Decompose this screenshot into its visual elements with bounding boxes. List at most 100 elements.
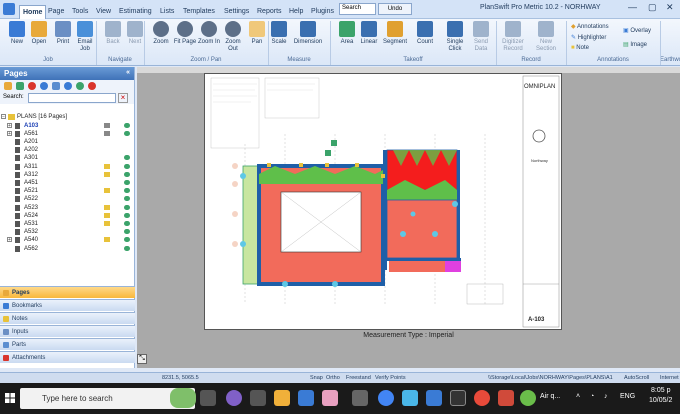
move-icon[interactable]: [124, 163, 130, 169]
app-menu-icon[interactable]: [3, 3, 15, 15]
expand-icon[interactable]: +: [7, 130, 12, 136]
page-item-a201[interactable]: A201: [0, 138, 135, 146]
app-icon[interactable]: [250, 390, 266, 406]
page-item-a524[interactable]: A524: [0, 212, 135, 220]
image-button[interactable]: ▤ Image: [623, 41, 647, 48]
refresh-icon[interactable]: [52, 82, 60, 90]
single-click-button[interactable]: Single Click: [442, 21, 468, 53]
accordion-inputs[interactable]: Inputs: [0, 325, 135, 337]
tab-tools[interactable]: Tools: [72, 5, 88, 19]
ortho-toggle[interactable]: Ortho: [326, 375, 340, 381]
planswift-icon[interactable]: [352, 390, 368, 406]
maximize-button[interactable]: ▢: [648, 2, 657, 13]
tab-reports[interactable]: Reports: [257, 5, 282, 19]
windows-start-icon[interactable]: [5, 393, 15, 403]
move-icon[interactable]: [124, 212, 130, 218]
page-item-a202[interactable]: A202: [0, 146, 135, 154]
move-icon[interactable]: [124, 188, 130, 194]
undo-button[interactable]: Undo: [378, 3, 412, 15]
page-item-a103[interactable]: + A103: [0, 122, 135, 130]
highlighter-button[interactable]: ✎ Highlighter: [571, 34, 606, 41]
floor-plan[interactable]: OMNIPLAN Northway A-103: [205, 74, 561, 329]
expand-icon[interactable]: +: [7, 237, 12, 243]
email-job-button[interactable]: Email Job: [72, 21, 98, 53]
dimension-button[interactable]: Dimension: [291, 21, 325, 46]
app-icon-4[interactable]: [426, 390, 442, 406]
count-button[interactable]: Count: [412, 21, 438, 46]
tab-home[interactable]: Home: [19, 5, 47, 19]
accordion-attachments[interactable]: Attachments: [0, 351, 135, 363]
move-icon[interactable]: [124, 179, 130, 185]
page-item-a531[interactable]: A531: [0, 220, 135, 228]
autoscroll-toggle[interactable]: AutoScroll: [624, 375, 649, 381]
close-button[interactable]: ✕: [666, 2, 674, 13]
tab-templates[interactable]: Templates: [183, 5, 215, 19]
chrome-icon[interactable]: [378, 390, 394, 406]
move-icon[interactable]: [124, 245, 130, 251]
volume-icon[interactable]: ♪: [604, 393, 608, 400]
app-icon-3[interactable]: [322, 390, 338, 406]
tab-view[interactable]: View: [96, 5, 111, 19]
accordion-notes[interactable]: Notes: [0, 312, 135, 324]
drawing-workarea[interactable]: OMNIPLAN Northway A-103 Measurement Type…: [137, 67, 680, 368]
add-icon[interactable]: [16, 82, 24, 90]
page-item-a561[interactable]: + A561: [0, 130, 135, 138]
open-button[interactable]: Open: [26, 21, 52, 46]
tray-chevron-icon[interactable]: ˄: [576, 393, 580, 400]
tab-lists[interactable]: Lists: [160, 5, 174, 19]
overlay-button[interactable]: ▣ Overlay: [623, 27, 651, 34]
clock-time[interactable]: 8:05 p: [651, 387, 670, 394]
settings-icon[interactable]: [40, 82, 48, 90]
network-icon[interactable]: ◔: [590, 393, 594, 400]
tab-plugins[interactable]: Plugins: [311, 5, 334, 19]
accordion-parts[interactable]: Parts: [0, 338, 135, 350]
segment-button[interactable]: Segment: [382, 21, 408, 46]
move-icon[interactable]: [124, 237, 130, 243]
move-icon[interactable]: [124, 229, 130, 235]
fit-page-button[interactable]: Fit Page: [172, 21, 198, 46]
tab-estimating[interactable]: Estimating: [119, 5, 152, 19]
send-data-button[interactable]: Send Data: [468, 21, 494, 53]
zoom-out-button[interactable]: Zoom Out: [220, 21, 246, 53]
app-icon-6[interactable]: [474, 390, 490, 406]
folder-icon[interactable]: [4, 82, 12, 90]
annotations-button[interactable]: ◆ Annotations: [571, 23, 609, 30]
scale-button[interactable]: Scale: [266, 21, 292, 46]
remove-page-icon[interactable]: [88, 82, 96, 90]
accordion-pages[interactable]: Pages: [0, 286, 135, 298]
page-item-a521[interactable]: A521: [0, 187, 135, 195]
task-view-icon[interactable]: [200, 390, 216, 406]
move-icon[interactable]: [124, 130, 130, 136]
move-icon[interactable]: [124, 155, 130, 161]
zoom-in-button[interactable]: Zoom In: [196, 21, 222, 46]
page-item-a311[interactable]: A311: [0, 163, 135, 171]
language-indicator[interactable]: ENG: [620, 393, 635, 400]
linear-button[interactable]: Linear: [356, 21, 382, 46]
move-icon[interactable]: [124, 196, 130, 202]
page-item-a301[interactable]: A301: [0, 154, 135, 162]
expand-icon[interactable]: −: [1, 114, 6, 120]
note-button[interactable]: ■ Note: [571, 45, 589, 51]
page-item-a562[interactable]: A562: [0, 245, 135, 253]
clock-date[interactable]: 10/05/2: [649, 397, 672, 404]
zoom-button[interactable]: Zoom: [148, 21, 174, 46]
app-icon-5[interactable]: [450, 390, 466, 406]
file-explorer-icon[interactable]: [274, 390, 290, 406]
resize-icon[interactable]: ⤡: [137, 354, 147, 364]
page-item-a523[interactable]: A523: [0, 204, 135, 212]
accordion-bookmarks[interactable]: Bookmarks: [0, 299, 135, 311]
tab-page[interactable]: Page: [48, 5, 64, 19]
snap-toggle[interactable]: Snap: [310, 375, 323, 381]
add-page-icon[interactable]: [76, 82, 84, 90]
move-icon[interactable]: [124, 171, 130, 177]
edge-icon[interactable]: [402, 390, 418, 406]
digitizer-record-button[interactable]: Digitizer Record: [500, 21, 526, 53]
copilot-icon[interactable]: [226, 390, 242, 406]
collapse-icon[interactable]: «: [126, 69, 130, 76]
move-icon[interactable]: [124, 122, 130, 128]
pages-search-input[interactable]: [28, 93, 116, 103]
clear-search-icon[interactable]: ×: [118, 93, 128, 103]
app-icon-2[interactable]: [298, 390, 314, 406]
expand-icon[interactable]: +: [7, 122, 12, 128]
page-item-a451[interactable]: A451: [0, 179, 135, 187]
